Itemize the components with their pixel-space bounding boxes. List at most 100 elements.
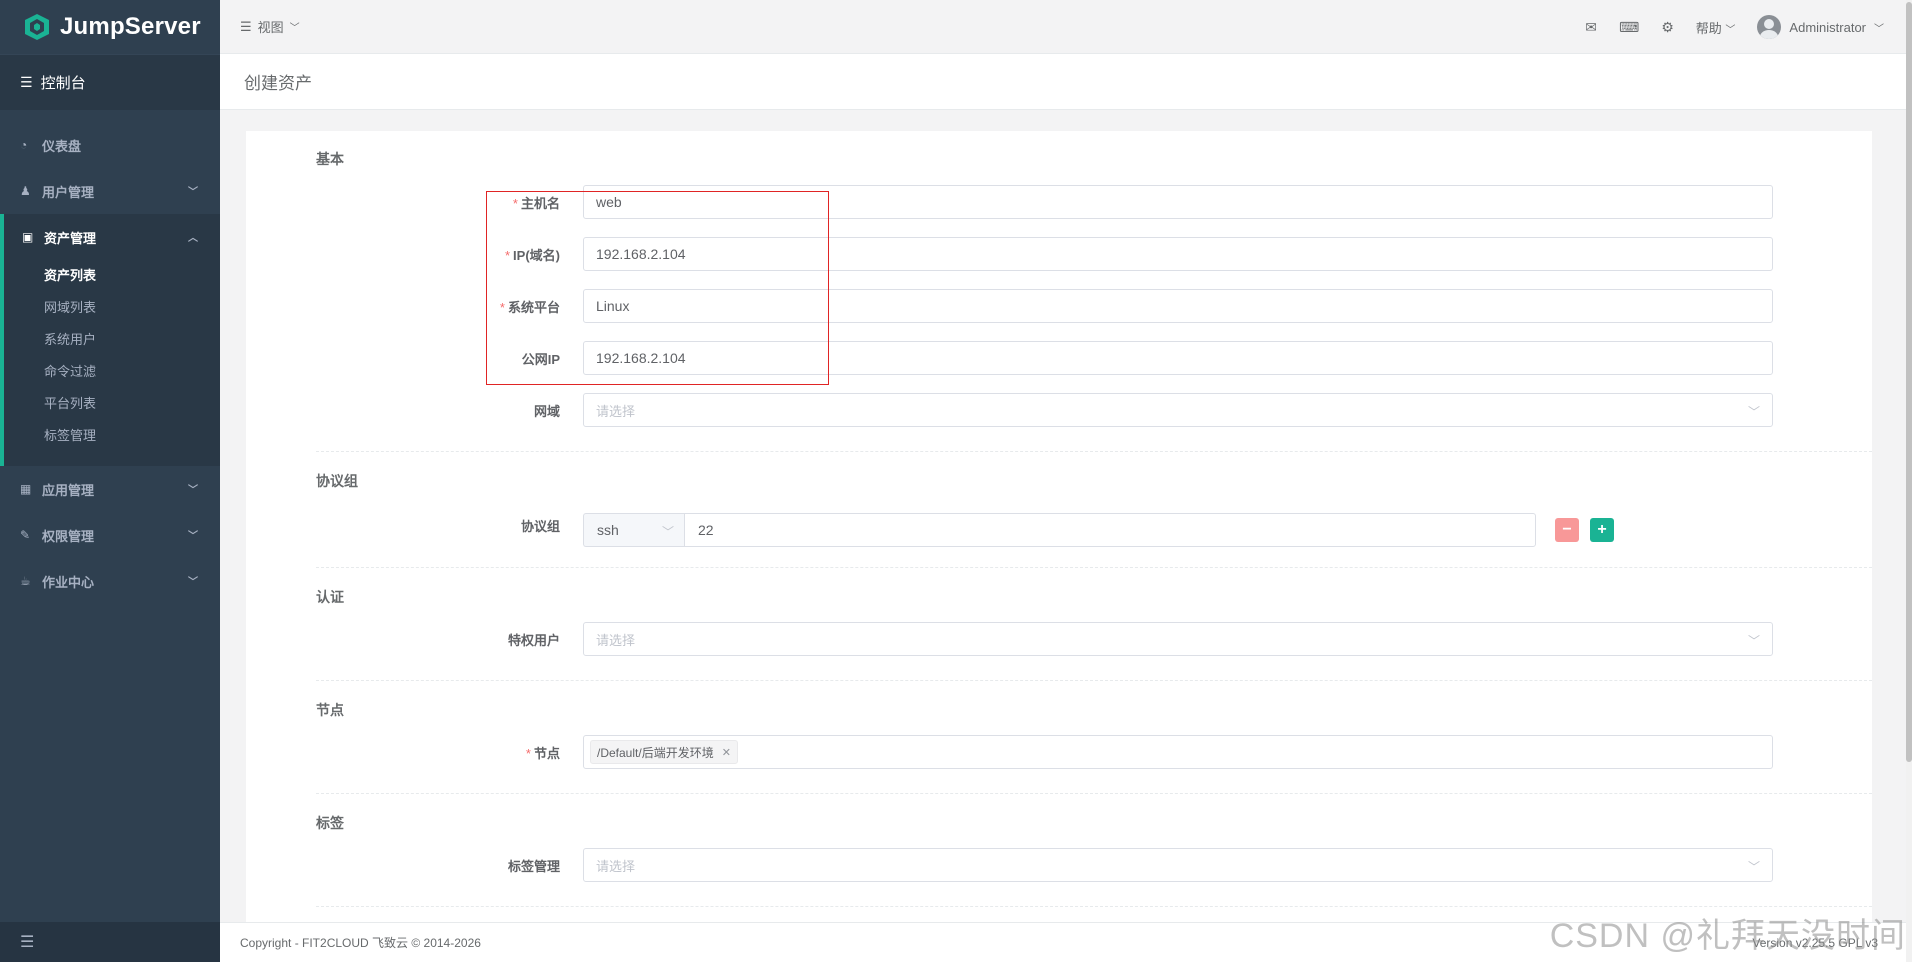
grid-icon: ▦ — [20, 482, 32, 496]
menu-icon: ☰ — [240, 18, 252, 34]
sidebar-subitem-label-mgmt[interactable]: 标签管理 — [4, 420, 220, 452]
view-label: 视图 — [257, 20, 284, 35]
chevron-down-icon: ﹀ — [1725, 24, 1736, 36]
labels-label: 标签管理 — [507, 859, 560, 874]
jumpserver-logo-icon — [25, 14, 49, 40]
section-protocols: 协议组 — [316, 473, 358, 489]
node-tag-text: /Default/后端开发环境 — [597, 745, 714, 760]
node-tag: /Default/后端开发环境 ✕ — [590, 740, 738, 764]
sliders-icon: ☰ — [20, 74, 33, 90]
help-menu[interactable]: 帮助 ﹀ — [1696, 18, 1736, 37]
sidebar-item-dashboard[interactable]: ◔ 仪表盘 — [0, 122, 220, 168]
minus-icon: − — [1562, 521, 1572, 538]
sidebar-subitem-system-users[interactable]: 系统用户 — [4, 324, 220, 356]
sidebar-item-assets[interactable]: ▣ 资产管理 ︿ — [4, 214, 220, 260]
divider — [316, 680, 1872, 681]
divider — [316, 793, 1872, 794]
terminal-icon[interactable]: ⌨ — [1619, 19, 1639, 36]
asset-form: 基本 * 主机名 web * IP(域名) 192.168.2.104 * 系统平台 … — [246, 131, 1872, 931]
labels-placeholder: 请选择 — [596, 858, 636, 874]
logo[interactable]: JumpServer — [0, 0, 220, 54]
protocol-port-input[interactable]: 22 — [684, 513, 1536, 547]
page-title: 创建资产 — [220, 54, 1906, 110]
sidebar-item-ops[interactable]: ☕ 作业中心 ﹀ — [0, 558, 220, 604]
collapse-menu-icon: ☰ — [20, 934, 35, 951]
sidebar-collapse-button[interactable]: ☰ — [0, 922, 220, 962]
protocol-select[interactable]: ssh ﹀ — [583, 513, 684, 547]
topbar: ☰ 视图 ﹀ ✉ ⌨ ⚙ 帮助 ﹀ Administrator ﹀ — [220, 0, 1906, 54]
mail-icon[interactable]: ✉ — [1585, 19, 1597, 36]
chevron-down-icon: ﹀ — [1747, 860, 1760, 874]
admin-user-label: 特权用户 — [507, 633, 560, 648]
sidebar-submenu: 资产列表 网域列表 系统用户 命令过滤 平台列表 标签管理 — [4, 260, 220, 466]
chevron-down-icon: ﹀ — [1747, 634, 1760, 648]
remove-protocol-button[interactable]: − — [1555, 518, 1579, 542]
divider — [316, 567, 1872, 568]
console-link[interactable]: ☰ 控制台 — [0, 54, 220, 110]
labels-select[interactable]: 请选择 ﹀ — [583, 848, 1773, 882]
sidebar-subitem-platform-list[interactable]: 平台列表 — [4, 388, 220, 420]
add-protocol-button[interactable]: + — [1590, 518, 1614, 542]
sidebar-item-label: 仪表盘 — [42, 138, 82, 154]
chevron-down-icon: ﹀ — [188, 531, 198, 542]
sidebar-subitem-command-filter[interactable]: 命令过滤 — [4, 356, 220, 388]
username: Administrator — [1789, 19, 1866, 35]
chevron-down-icon: ﹀ — [188, 187, 198, 198]
sidebar: JumpServer ☰ 控制台 ◔ 仪表盘 ♟ 用户管理 ﹀ ▣ 资产管理 ︿… — [0, 0, 220, 962]
inbox-icon: ▣ — [22, 230, 34, 244]
scrollbar-thumb[interactable] — [1906, 2, 1912, 762]
nodes-select[interactable]: /Default/后端开发环境 ✕ — [583, 735, 1773, 769]
copyright: Copyright - FIT2CLOUD 飞致云 © 2014-2026 — [240, 936, 481, 950]
domain-select[interactable]: 请选择 ﹀ — [583, 393, 1773, 427]
protocol-label: 协议组 — [520, 519, 560, 534]
logo-text: JumpServer — [60, 13, 201, 40]
chevron-down-icon: ﹀ — [289, 23, 300, 34]
domain-placeholder: 请选择 — [596, 403, 636, 419]
admin-user-placeholder: 请选择 — [596, 632, 636, 648]
nodes-label: * 节点 — [525, 746, 560, 761]
scrollbar[interactable] — [1906, 0, 1912, 962]
sidebar-item-label: 作业中心 — [42, 574, 95, 590]
chevron-down-icon: ﹀ — [188, 577, 198, 588]
section-labels: 标签 — [316, 815, 344, 831]
protocol-value: ssh — [597, 522, 619, 538]
nav-menu: ◔ 仪表盘 ♟ 用户管理 ﹀ ▣ 资产管理 ︿ 资产列表 网域列表 系统用户 命… — [0, 122, 220, 604]
coffee-icon: ☕ — [20, 574, 31, 588]
view-menu-button[interactable]: ☰ 视图 ﹀ — [240, 17, 300, 36]
sidebar-item-label: 权限管理 — [42, 528, 95, 544]
watermark: CSDN @礼拜天没时间 — [1549, 917, 1906, 955]
sidebar-item-label: 用户管理 — [42, 184, 95, 200]
gear-icon[interactable]: ⚙ — [1661, 19, 1674, 36]
edit-icon: ✎ — [20, 528, 31, 542]
chevron-down-icon: ﹀ — [1747, 405, 1760, 419]
admin-user-select[interactable]: 请选择 ﹀ — [583, 622, 1773, 656]
divider — [316, 906, 1872, 907]
users-icon: ♟ — [20, 184, 31, 198]
user-menu[interactable]: Administrator ﹀ — [1757, 15, 1884, 39]
chevron-down-icon: ﹀ — [661, 525, 674, 539]
protocol-port-value: 22 — [698, 522, 714, 538]
sidebar-subitem-asset-list[interactable]: 资产列表 — [4, 260, 220, 292]
section-basic: 基本 — [316, 151, 344, 167]
plus-icon: + — [1597, 521, 1607, 538]
chevron-down-icon: ﹀ — [188, 485, 198, 496]
sidebar-item-users[interactable]: ♟ 用户管理 ﹀ — [0, 168, 220, 214]
chevron-down-icon: ﹀ — [1874, 23, 1884, 35]
sidebar-item-applications[interactable]: ▦ 应用管理 ﹀ — [0, 466, 220, 512]
section-node: 节点 — [316, 702, 344, 718]
highlight-box — [486, 191, 829, 385]
sidebar-group-assets: ▣ 资产管理 ︿ 资产列表 网域列表 系统用户 命令过滤 平台列表 标签管理 — [0, 214, 220, 466]
chevron-up-icon: ︿ — [188, 233, 198, 244]
sidebar-item-label: 资产管理 — [44, 230, 97, 246]
sidebar-item-permissions[interactable]: ✎ 权限管理 ﹀ — [0, 512, 220, 558]
nodes-label-text: 节点 — [533, 746, 560, 761]
divider — [316, 451, 1872, 452]
section-auth: 认证 — [316, 589, 344, 605]
avatar — [1757, 15, 1782, 39]
help-label: 帮助 — [1695, 20, 1722, 36]
domain-label: 网域 — [533, 404, 560, 419]
console-label: 控制台 — [40, 75, 86, 92]
close-icon[interactable]: ✕ — [722, 746, 731, 759]
topbar-actions: ✉ ⌨ ⚙ 帮助 ﹀ Administrator ﹀ — [1585, 0, 1884, 54]
sidebar-subitem-domain-list[interactable]: 网域列表 — [4, 292, 220, 324]
